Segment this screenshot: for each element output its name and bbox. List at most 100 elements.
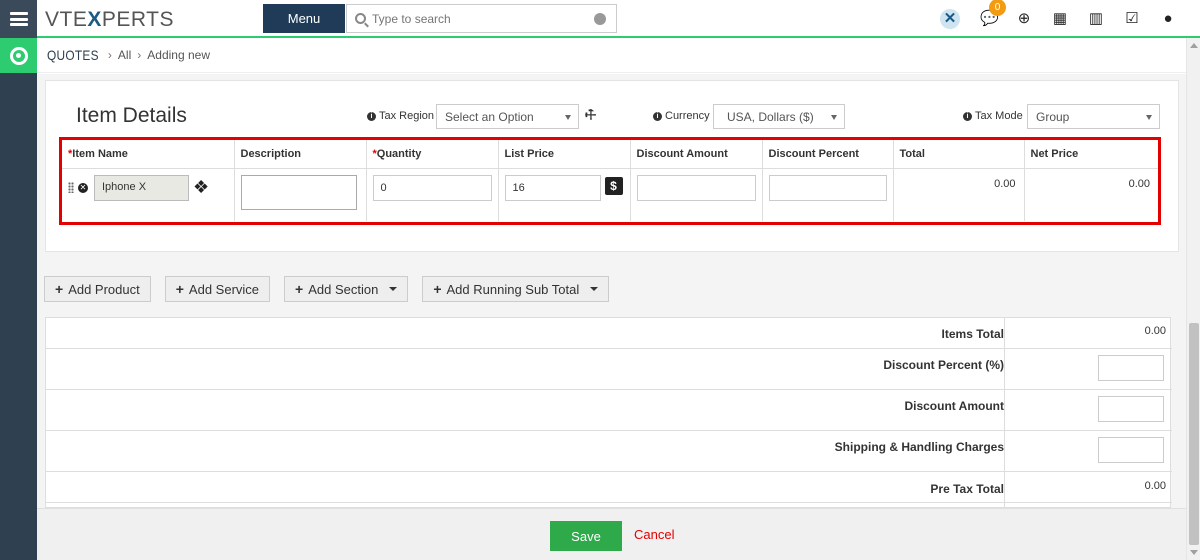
hamburger-menu-button[interactable]	[0, 0, 37, 38]
items-total-value: 0.00	[1144, 325, 1166, 337]
pre-tax-total-label: Pre Tax Total	[930, 482, 1004, 496]
target-icon	[9, 46, 28, 65]
price-book-icon[interactable]: $	[604, 176, 623, 195]
search-icon	[355, 13, 366, 24]
discount-percent-row: Discount Percent (%)	[46, 349, 1172, 390]
add-service-button[interactable]: + Add Service	[164, 276, 271, 302]
scroll-up-arrow-icon[interactable]	[1190, 43, 1198, 48]
quotes-module-button[interactable]	[0, 38, 37, 73]
global-search	[346, 4, 617, 33]
quick-create-plus-icon[interactable]: ⊕	[1016, 11, 1032, 27]
quantity-cell	[366, 168, 499, 221]
overall-discount-amount-input[interactable]	[1098, 396, 1164, 422]
edit-content: Item Details i Tax Region Select an Optio…	[37, 74, 1186, 508]
save-button[interactable]: Save	[550, 521, 622, 551]
total-cell: 0.00	[893, 168, 1025, 221]
items-total-row: Items Total 0.00	[46, 318, 1172, 349]
totals-panel: Items Total 0.00 Discount Percent (%) Di…	[45, 317, 1172, 508]
currency-label: i Currency	[653, 110, 710, 122]
breadcrumb-all[interactable]: All	[118, 48, 131, 62]
plus-icon: +	[433, 281, 442, 297]
column-header-net-price: Net Price	[1024, 140, 1158, 169]
table-header-row: *Item Name Description *Quantity List Pr…	[62, 140, 1158, 169]
description-cell	[234, 168, 367, 221]
info-icon: i	[367, 111, 376, 121]
menu-button[interactable]: Menu	[263, 4, 345, 33]
discount-amount-input[interactable]	[636, 174, 756, 201]
breadcrumb-current: Adding new	[147, 48, 210, 62]
search-input[interactable]	[372, 11, 572, 26]
breadcrumb-separator-icon: ›	[107, 48, 112, 62]
overall-discount-percent-input[interactable]	[1098, 355, 1164, 381]
discount-amount-cell	[630, 168, 763, 221]
vtexperts-x-icon[interactable]: ✕	[940, 9, 960, 29]
search-options-icon[interactable]	[594, 13, 606, 25]
discount-amount-row: Discount Amount	[46, 390, 1172, 431]
breadcrumb: QUOTES › All › Adding new	[37, 38, 1186, 73]
total-value: 0.00	[994, 177, 1016, 190]
form-footer: Save Cancel	[37, 508, 1186, 560]
net-price-cell: 0.00	[1024, 168, 1158, 221]
shipping-handling-input[interactable]	[1098, 437, 1164, 463]
item-details-card: Item Details i Tax Region Select an Optio…	[45, 80, 1179, 252]
discount-percent-input[interactable]	[768, 174, 887, 201]
column-header-discount-amount: Discount Amount	[630, 140, 763, 169]
info-icon: i	[653, 111, 662, 121]
plus-icon: +	[55, 281, 64, 297]
item-name-cell: ✕ Iphone X ❖	[62, 168, 235, 221]
logo[interactable]: VTEXPERTS	[45, 8, 174, 32]
tax-region-select[interactable]: Select an Option	[436, 104, 579, 129]
comments-icon[interactable]: 💬 0	[980, 0, 1006, 27]
item-details-title: Item Details	[76, 104, 187, 127]
pre-tax-total-value: 0.00	[1144, 480, 1166, 492]
net-price-value: 0.00	[1128, 177, 1150, 190]
list-price-cell: $	[498, 168, 631, 221]
column-header-list-price: List Price	[498, 140, 631, 169]
tax-region-label: i Tax Region	[367, 110, 434, 122]
page-scrollbar[interactable]	[1186, 38, 1200, 560]
logo-text-x: X	[87, 8, 102, 31]
scrollbar-thumb[interactable]	[1189, 323, 1199, 545]
list-price-input[interactable]	[504, 174, 601, 201]
line-items-grid: *Item Name Description *Quantity List Pr…	[59, 137, 1161, 225]
top-icon-group: ✕ 💬 0 ⊕ ▦ ▥ ☑ ●	[940, 0, 1176, 38]
currency-select[interactable]: USA, Dollars ($)	[713, 104, 845, 129]
items-total-label: Items Total	[941, 327, 1004, 341]
add-section-button[interactable]: + Add Section	[284, 276, 409, 302]
logo-text-post: PERTS	[101, 8, 174, 31]
chevron-down-icon	[831, 115, 837, 120]
column-header-quantity: *Quantity	[366, 140, 499, 169]
quantity-input[interactable]	[372, 174, 492, 201]
breadcrumb-separator-icon: ›	[137, 48, 142, 62]
drag-handle-icon[interactable]	[68, 182, 74, 193]
item-name-field[interactable]: Iphone X	[94, 174, 189, 201]
add-product-button[interactable]: + Add Product	[44, 276, 151, 302]
shipping-handling-label: Shipping & Handling Charges	[834, 440, 1004, 454]
plus-icon: +	[295, 281, 304, 297]
caret-down-icon	[389, 287, 398, 291]
wrench-icon[interactable]: ⚒	[581, 105, 601, 125]
column-header-total: Total	[893, 140, 1025, 169]
add-running-sub-total-button[interactable]: + Add Running Sub Total	[422, 276, 610, 302]
user-profile-icon[interactable]: ●	[1160, 11, 1176, 27]
logo-text-pre: VTE	[45, 8, 88, 31]
scroll-down-arrow-icon[interactable]	[1190, 550, 1198, 555]
reports-chart-icon[interactable]: ▥	[1088, 11, 1104, 27]
cancel-link[interactable]: Cancel	[634, 527, 674, 542]
calendar-icon[interactable]: ▦	[1052, 11, 1068, 27]
product-box-icon[interactable]: ❖	[193, 177, 209, 198]
tax-mode-label: i Tax Mode	[963, 110, 1023, 122]
discount-amount-label: Discount Amount	[904, 399, 1004, 413]
shipping-row: Shipping & Handling Charges	[46, 431, 1172, 472]
hamburger-icon	[9, 12, 28, 26]
top-bar: VTEXPERTS Menu ✕ 💬0 ⊕ ▦ ▥ ☑ ●	[37, 0, 1200, 38]
tax-mode-select[interactable]: Group	[1027, 104, 1160, 129]
chevron-down-icon	[565, 115, 571, 120]
line-items-table: *Item Name Description *Quantity List Pr…	[62, 140, 1158, 221]
delete-row-icon[interactable]: ✕	[78, 182, 88, 193]
breadcrumb-module[interactable]: QUOTES	[47, 47, 99, 63]
description-textarea[interactable]	[240, 174, 357, 210]
plus-icon: +	[175, 281, 184, 297]
tasks-checkbox-icon[interactable]: ☑	[1124, 11, 1140, 27]
caret-down-icon	[590, 287, 599, 291]
